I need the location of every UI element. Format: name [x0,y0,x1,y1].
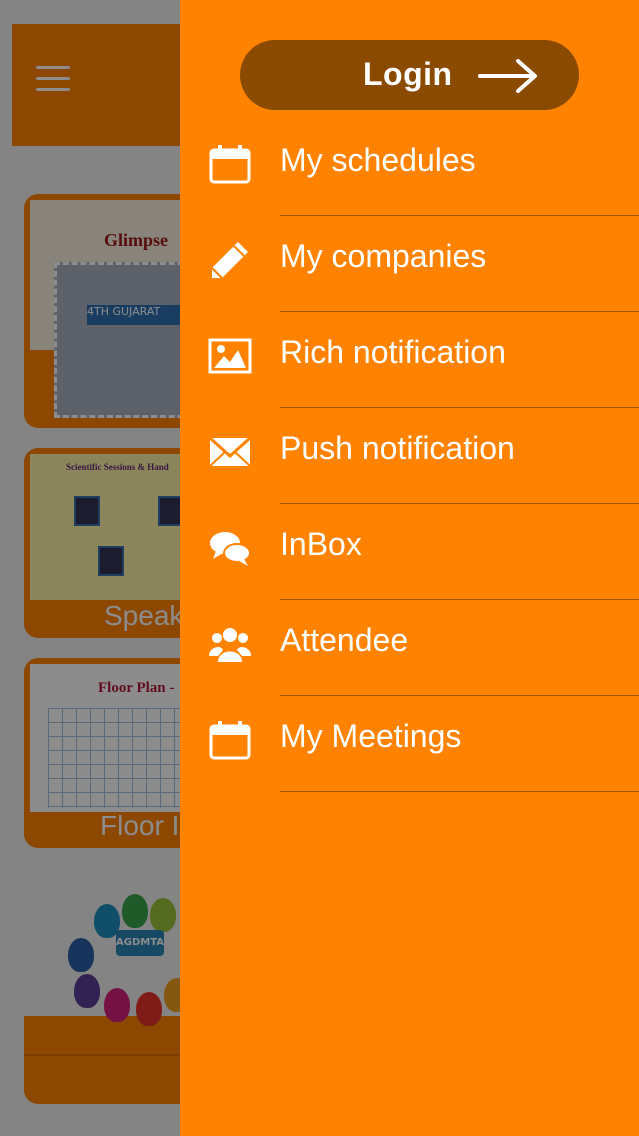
login-label: Login [363,56,453,92]
picture-icon [208,338,252,374]
menu-item-label: InBox [280,526,362,562]
menu-item-label: Attendee [280,622,409,658]
menu-item-label: My schedules [280,142,476,178]
menu-item-push-notification[interactable]: Push notification [180,408,639,504]
menu-item-label: Rich notification [280,334,506,370]
menu-item-rich-notification[interactable]: Rich notification [180,312,639,408]
calendar-icon [209,145,251,184]
users-icon [209,628,251,662]
chat-bubbles-icon [210,532,251,566]
menu-item-label: My companies [280,238,487,274]
arrow-right-icon [478,59,537,93]
menu-item-label: My Meetings [280,718,462,754]
menu-item-inbox[interactable]: InBox [180,504,639,600]
menu-item-attendee[interactable]: Attendee [180,600,639,696]
menu-item-my-meetings[interactable]: My Meetings [180,696,639,792]
side-drawer: Login My schedules My companies Rich not… [180,0,639,1136]
pencil-icon [211,242,248,279]
menu-item-my-companies[interactable]: My companies [180,216,639,312]
divider [280,791,639,792]
calendar-icon [209,721,251,760]
menu-item-my-schedules[interactable]: My schedules [180,120,639,216]
envelope-icon [208,436,252,467]
menu-item-label: Push notification [280,430,515,466]
login-button[interactable]: Login [240,40,579,110]
